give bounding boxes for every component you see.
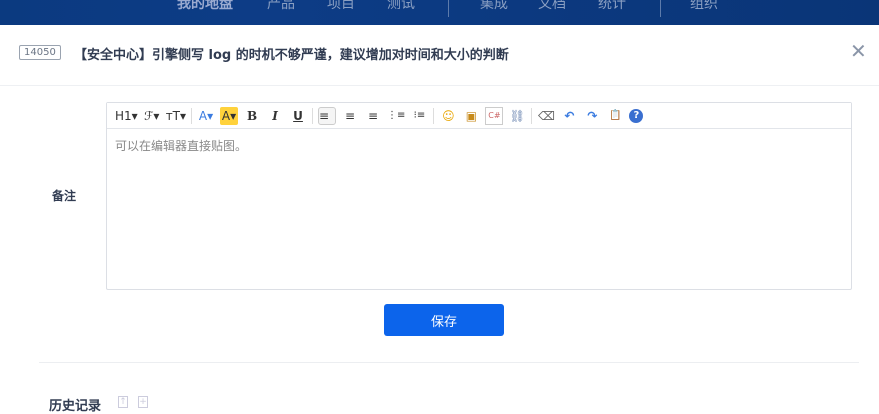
nav-stats[interactable]: 统计 [598, 0, 626, 11]
align-center-icon[interactable]: ≡ [341, 107, 359, 125]
toolbar-separator [433, 107, 435, 124]
unordered-list-icon[interactable]: ⁝≡ [410, 107, 428, 125]
eraser-icon[interactable]: ⌫ [537, 107, 555, 125]
italic-button[interactable]: I [266, 107, 284, 125]
underline-button[interactable]: U [289, 107, 307, 125]
nav-divider [448, 0, 449, 17]
bold-button[interactable]: B [243, 107, 261, 125]
highlight-color-button[interactable]: A▾ [220, 106, 239, 125]
link-icon[interactable]: ⛓ [508, 107, 526, 125]
ordered-list-icon[interactable]: ⋮≡ [387, 107, 405, 125]
history-heading: 历史记录 [49, 399, 102, 414]
image-icon[interactable]: ▣ [462, 107, 480, 125]
code-icon[interactable]: C# [485, 106, 504, 125]
close-icon[interactable]: ✕ [850, 39, 867, 63]
font-size-button[interactable]: ᴛT▾ [166, 107, 186, 125]
main-nav: 我的地盘 产品 项目 测试 集成 文档 统计 组织 [0, 0, 879, 25]
emoji-icon[interactable]: ☺ [439, 107, 457, 125]
align-right-icon[interactable]: ≡ [364, 107, 382, 125]
divider [0, 85, 879, 86]
issue-id-badge: 14050 [19, 45, 61, 60]
toolbar-separator [531, 107, 533, 124]
font-family-button[interactable]: ℱ▾ [143, 107, 161, 125]
top-nav-bar: 我的地盘 产品 项目 测试 集成 文档 统计 组织 [0, 0, 879, 25]
editor-toolbar: H1▾ ℱ▾ ᴛT▾ A▾ A▾ B I U ≡ ≡ ≡ ⋮≡ ⁝≡ ☺ ▣ C… [107, 103, 851, 129]
nav-org[interactable]: 组织 [690, 0, 718, 11]
font-color-button[interactable]: A▾ [197, 107, 215, 125]
align-left-icon[interactable]: ≡ [318, 106, 337, 125]
nav-my-dashboard[interactable]: 我的地盘 [177, 0, 233, 11]
expand-history-button[interactable]: + [138, 396, 148, 408]
editor-content[interactable]: 可以在编辑器直接贴图。 [107, 129, 851, 162]
nav-docs[interactable]: 文档 [538, 0, 566, 11]
nav-product[interactable]: 产品 [267, 0, 295, 11]
toolbar-separator [312, 107, 314, 124]
rich-text-editor: H1▾ ℱ▾ ᴛT▾ A▾ A▾ B I U ≡ ≡ ≡ ⋮≡ ⁝≡ ☺ ▣ C… [106, 102, 852, 290]
collapse-history-button[interactable]: ↑ [118, 396, 128, 408]
comment-label: 备注 [52, 189, 77, 203]
nav-integration[interactable]: 集成 [480, 0, 508, 11]
nav-test[interactable]: 测试 [387, 0, 415, 11]
help-icon[interactable]: ? [629, 108, 644, 123]
heading-button[interactable]: H1▾ [115, 107, 138, 125]
comment-modal: 14050 【安全中心】引擎侧写 log 的时机不够严谨，建议增加对时间和大小的… [0, 25, 879, 414]
save-button[interactable]: 保存 [384, 304, 504, 336]
paste-icon[interactable]: 📋 [606, 107, 624, 125]
modal-title: 【安全中心】引擎侧写 log 的时机不够严谨，建议增加对时间和大小的判断 [74, 48, 509, 63]
toolbar-separator [191, 107, 193, 124]
redo-icon[interactable]: ↷ [583, 107, 601, 125]
divider [39, 362, 859, 363]
undo-icon[interactable]: ↶ [560, 107, 578, 125]
nav-project[interactable]: 项目 [327, 0, 355, 11]
nav-divider [660, 0, 661, 17]
